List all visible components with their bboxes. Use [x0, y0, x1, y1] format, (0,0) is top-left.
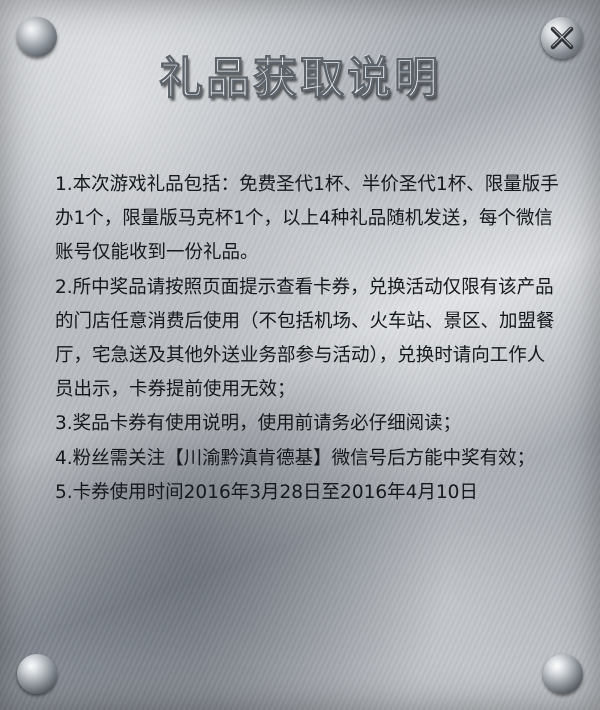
- rules-content: 1.本次游戏礼品包括：免费圣代1杯、半价圣代1杯、限量版手办1个，限量版马克杯1…: [55, 168, 560, 510]
- rivet-icon: [543, 654, 583, 694]
- dialog-title: 礼品获取说明: [159, 53, 441, 105]
- rule-item-4: 4.粉丝需关注【川渝黔滇肯德基】微信号后方能中奖有效；: [55, 447, 536, 469]
- rule-item-2: 2.所中奖品请按照页面提示查看卡券，兑换活动仅限有该产品的门店任意消费后使用（不…: [55, 276, 555, 401]
- rule-item-5: 5.卡券使用时间2016年3月28日至2016年4月10日: [55, 481, 478, 503]
- rule-item-1: 1.本次游戏礼品包括：免费圣代1杯、半价圣代1杯、限量版手办1个，限量版马克杯1…: [55, 174, 559, 264]
- rules-dialog: 礼品获取说明 1.本次游戏礼品包括：免费圣代1杯、半价圣代1杯、限量版手办1个，…: [0, 0, 600, 710]
- rule-item-3: 3.奖品卡券有使用说明，使用前请务必仔细阅读；: [55, 413, 462, 435]
- rivet-icon: [17, 654, 57, 694]
